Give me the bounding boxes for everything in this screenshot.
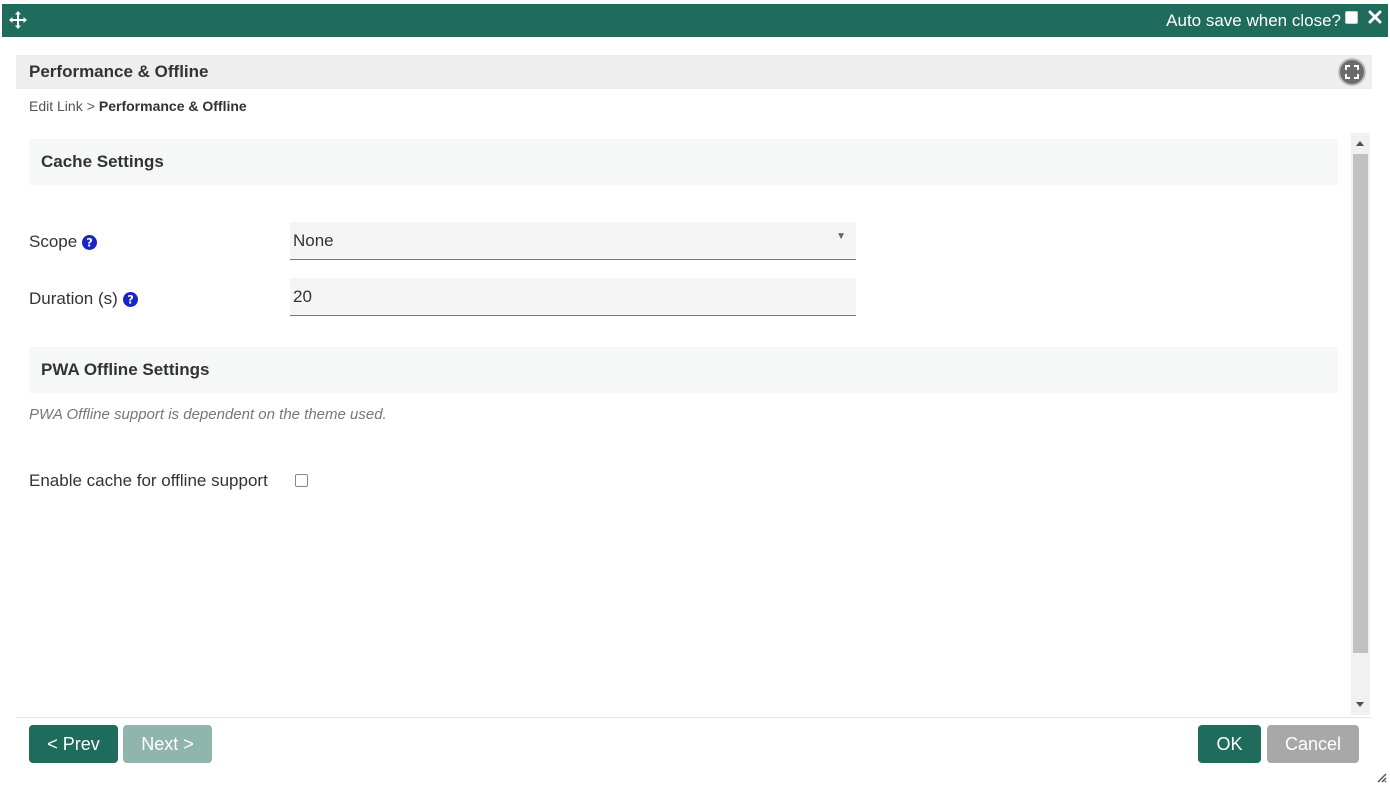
scope-label-text: Scope <box>29 232 78 251</box>
scroll-down-icon[interactable] <box>1356 702 1364 707</box>
enable-cache-label: Enable cache for offline support <box>29 471 268 490</box>
fullscreen-button[interactable] <box>1338 58 1366 86</box>
breadcrumb-current: Performance & Offline <box>98 98 247 114</box>
cache-settings-header: Cache Settings <box>29 139 1338 185</box>
chevron-down-icon: ▼ <box>836 231 846 242</box>
help-icon[interactable]: ? <box>82 234 98 250</box>
svg-text:?: ? <box>86 236 93 249</box>
scrollbar-thumb[interactable] <box>1353 154 1368 653</box>
autosave-label: Auto save when close? <box>1166 10 1341 30</box>
enable-cache-checkbox[interactable] <box>295 474 308 487</box>
move-icon[interactable] <box>8 10 28 30</box>
pwa-note: PWA Offline support is dependent on the … <box>29 406 387 423</box>
duration-input[interactable]: 20 <box>290 278 856 316</box>
scope-label: Scope ? <box>29 232 98 252</box>
dialog-titlebar[interactable]: Auto save when close? <box>2 4 1388 37</box>
prev-button[interactable]: < Prev <box>29 725 118 763</box>
autosave-toggle[interactable]: Auto save when close? <box>1166 4 1358 37</box>
duration-label-text: Duration (s) <box>29 289 118 308</box>
duration-label: Duration (s) ? <box>29 289 138 309</box>
breadcrumb-parent[interactable]: Edit Link <box>29 98 83 114</box>
svg-text:?: ? <box>127 293 134 306</box>
help-icon[interactable]: ? <box>122 291 138 307</box>
scroll-up-icon[interactable] <box>1356 141 1364 146</box>
page-title: Performance & Offline <box>29 62 209 81</box>
form-content: Cache Settings Scope ? None ▼ Duration (… <box>16 133 1350 715</box>
close-icon[interactable] <box>1368 10 1382 24</box>
autosave-checkbox[interactable] <box>1345 11 1358 24</box>
page-header: Performance & Offline <box>16 55 1372 89</box>
vertical-scrollbar[interactable] <box>1351 133 1370 715</box>
cancel-button[interactable]: Cancel <box>1267 725 1359 763</box>
breadcrumb: Edit Link > Performance & Offline <box>29 98 247 114</box>
pwa-settings-header: PWA Offline Settings <box>29 347 1338 393</box>
next-button[interactable]: Next > <box>123 725 212 763</box>
duration-input-value: 20 <box>293 287 312 306</box>
scope-select[interactable]: None ▼ <box>290 222 856 260</box>
footer-divider <box>16 717 1372 718</box>
fullscreen-icon <box>1345 65 1359 79</box>
resize-grip-icon[interactable] <box>1375 771 1387 783</box>
breadcrumb-separator: > <box>86 98 95 114</box>
scope-select-value: None <box>293 231 334 250</box>
ok-button[interactable]: OK <box>1198 725 1261 763</box>
